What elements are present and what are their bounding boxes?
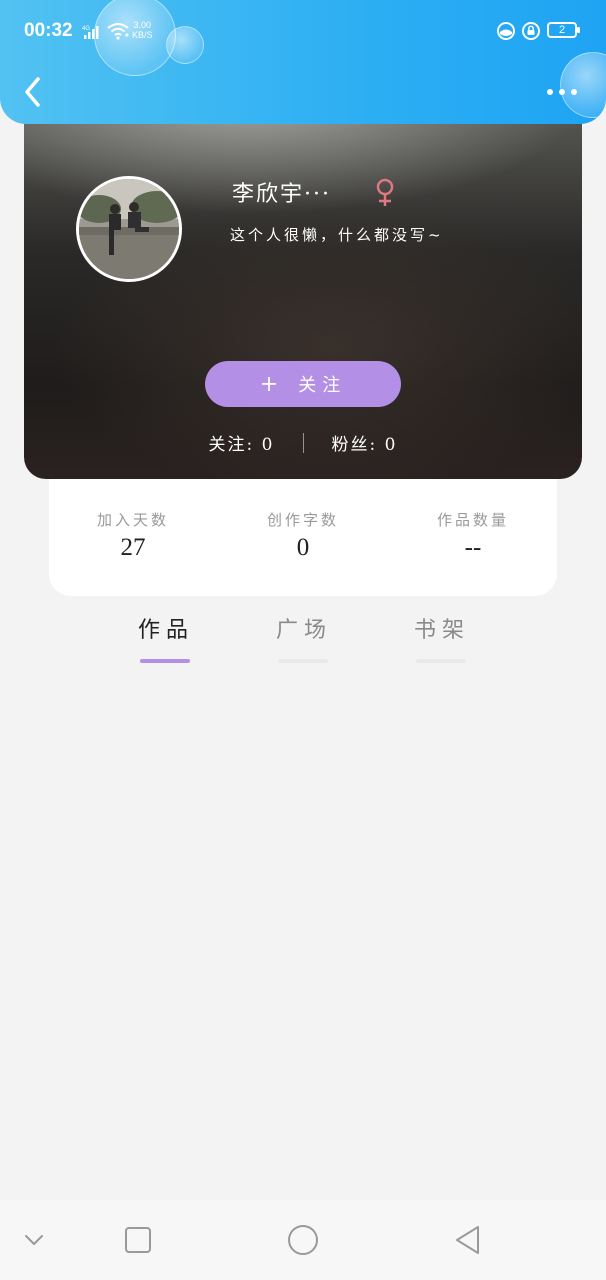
stat-label: 作品数量 (436, 511, 509, 529)
net-speed-value: 3.00 (133, 20, 152, 30)
stat-word-count: 创作字数 0 (223, 509, 383, 562)
profile-page: 00:32 4G 3.00 KB/S 2 李欣宇··· 这个人很懒，什么都没写~… (0, 0, 606, 1280)
follow-button[interactable]: + 关注 (205, 361, 401, 407)
triangle-back-icon[interactable] (450, 1222, 486, 1258)
stat-label: 创作字数 (266, 511, 339, 529)
tab-bookshelf[interactable]: 书架 (402, 612, 482, 644)
circle-icon[interactable] (285, 1222, 321, 1258)
followers-stat[interactable]: 粉丝: 0 (332, 430, 398, 455)
username: 李欣宇··· (232, 182, 331, 207)
tab-indicator-active (140, 659, 190, 663)
tab-works[interactable]: 作品 (126, 612, 206, 644)
wifi-icon (107, 23, 129, 40)
system-navbar (0, 1200, 606, 1280)
app-header: 00:32 4G 3.00 KB/S 2 (0, 0, 606, 124)
followers-count: 0 (384, 435, 398, 455)
tab-square[interactable]: 广场 (264, 612, 344, 644)
square-icon[interactable] (120, 1222, 156, 1258)
profile-tabs: 作品 广场 书架 (0, 612, 606, 672)
do-not-disturb-icon (497, 22, 515, 40)
stat-works-count: 作品数量 -- (393, 509, 553, 562)
status-time: 00:32 (24, 20, 73, 41)
chevron-down-icon[interactable] (18, 1222, 54, 1258)
female-gender-icon (376, 178, 394, 206)
following-count: 0 (261, 435, 275, 455)
decorative-bubble (166, 26, 204, 64)
stat-value: 0 (296, 534, 310, 561)
avatar[interactable] (76, 176, 182, 282)
avatar-photo (79, 179, 179, 279)
network-type: 4G (82, 26, 90, 32)
net-speed-unit: KB/S (132, 30, 153, 40)
follow-button-label: 关注 (298, 375, 347, 396)
more-horizontal-icon[interactable] (546, 86, 578, 98)
stat-value: -- (464, 534, 482, 561)
tab-indicator (416, 659, 466, 663)
stat-label: 加入天数 (96, 511, 169, 529)
divider (302, 432, 304, 453)
net-speed: 3.00 KB/S (132, 20, 153, 40)
bio-text: 这个人很懒，什么都没写~ (230, 226, 444, 244)
following-stat[interactable]: 关注: 0 (209, 430, 275, 455)
following-label: 关注: (208, 435, 255, 455)
rotation-lock-icon (522, 22, 540, 40)
stat-value: 27 (120, 534, 146, 561)
signal-icon: 4G (82, 26, 99, 39)
follow-stats: 关注: 0 粉丝: 0 (24, 430, 582, 455)
tab-indicator (278, 659, 328, 663)
decorative-bubble (560, 52, 606, 118)
battery-icon: 2 (547, 22, 580, 38)
profile-card: 李欣宇··· 这个人很懒，什么都没写~ + 关注 关注: 0 粉丝: 0 (24, 100, 582, 479)
followers-label: 粉丝: (331, 435, 378, 455)
stat-join-days: 加入天数 27 (53, 509, 213, 562)
chevron-left-icon[interactable] (22, 76, 46, 108)
stats-card: 加入天数 27 创作字数 0 作品数量 -- (49, 479, 557, 596)
plus-icon: + (259, 371, 285, 397)
